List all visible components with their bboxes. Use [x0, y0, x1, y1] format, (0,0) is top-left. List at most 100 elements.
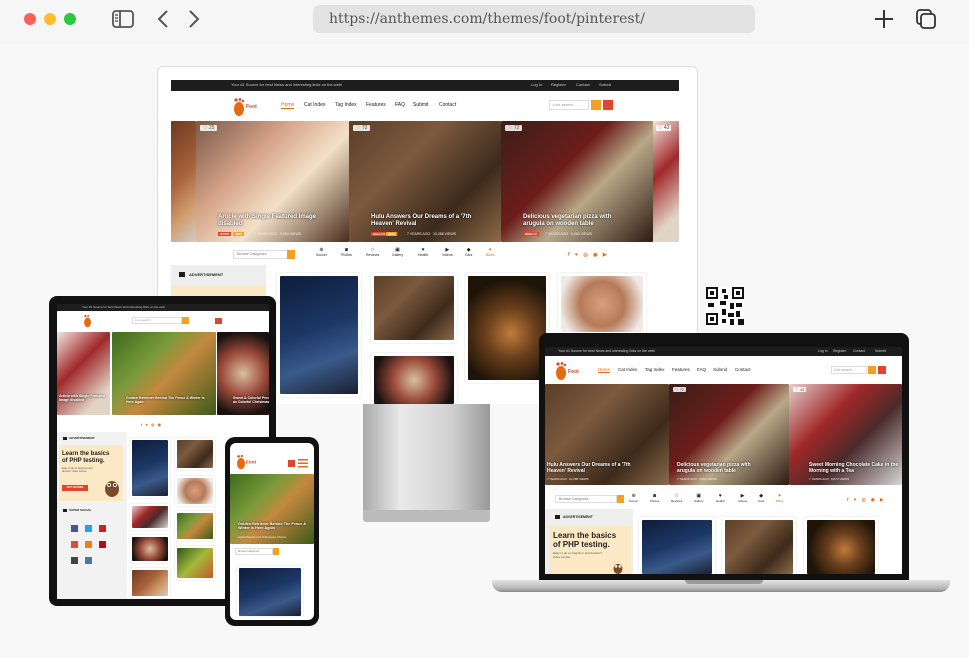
search-input[interactable]: Live search ... [549, 100, 589, 110]
post-card[interactable] [175, 438, 215, 470]
back-icon[interactable] [155, 8, 171, 30]
post-image[interactable] [132, 440, 168, 496]
likes-badge[interactable]: ♡ 72 [353, 125, 371, 131]
register-link[interactable]: Register [551, 82, 566, 87]
nav-home[interactable]: Home [598, 367, 611, 373]
submit-link[interactable]: Submit [875, 349, 886, 353]
slide-title[interactable]: Sweet & Colorful Pens as Colorful Christ… [233, 396, 269, 404]
category-cars[interactable]: ◆ Cars [758, 493, 764, 503]
rss-icon[interactable] [85, 541, 92, 548]
submit-post-button[interactable] [215, 318, 222, 324]
address-bar[interactable]: https://anthemes.com/themes/foot/pintere… [313, 5, 755, 33]
slide-image[interactable] [171, 121, 196, 242]
forward-icon[interactable] [186, 8, 202, 30]
slide-image[interactable]: ♡ 43 Sweet Morning Chocolate Cake in the… [789, 384, 902, 485]
chevron-down-icon[interactable] [617, 495, 624, 503]
likes-badge[interactable]: ♡ 43 [793, 387, 807, 392]
likes-badge[interactable]: ♡ 72 [673, 387, 687, 392]
category-bikes[interactable]: ✦ Bikes [486, 247, 495, 257]
post-image[interactable] [374, 356, 454, 404]
social-icons[interactable]: f ♥ ◎ ◉ ▶ [847, 497, 886, 503]
post-card[interactable] [558, 273, 646, 335]
nav-submit[interactable]: Submit [713, 367, 727, 372]
post-card[interactable] [130, 535, 170, 563]
post-card[interactable] [237, 566, 303, 616]
sidebar-toggle-icon[interactable] [111, 8, 135, 30]
slide-title[interactable]: Sweet Morning Chocolate Cake in the Morn… [809, 462, 899, 475]
likes-badge[interactable]: ♡ 43 [656, 125, 672, 131]
github-icon[interactable] [71, 557, 78, 564]
post-card[interactable] [465, 273, 549, 383]
slide-image[interactable]: ♡ 43 [653, 121, 679, 242]
browse-categories-select[interactable]: Browse Categories [555, 495, 617, 503]
post-image[interactable] [561, 276, 643, 332]
category-videos[interactable]: ▶ Videos [738, 493, 747, 503]
menu-icon[interactable] [298, 459, 308, 468]
login-link[interactable]: Log in [818, 349, 828, 353]
youtube-icon[interactable] [99, 525, 106, 532]
post-card[interactable] [175, 511, 215, 541]
minimize-window-button[interactable] [44, 13, 56, 25]
post-image[interactable] [177, 440, 213, 468]
search-input[interactable]: Live search ... [831, 366, 867, 374]
post-image[interactable] [642, 520, 712, 574]
slide-image[interactable]: Article with Single Featured Image disab… [57, 332, 110, 415]
category-photos[interactable]: ◙ Photos [650, 493, 659, 503]
browse-categories-select[interactable]: Browse Categories [233, 250, 288, 259]
category-reviews[interactable]: ☆ Reviews [366, 247, 379, 257]
qr-code-icon[interactable] [706, 287, 744, 325]
tag-badge[interactable]: NEW [233, 232, 244, 236]
category-soccer[interactable]: ⊕ Soccer [629, 493, 638, 503]
post-image[interactable] [132, 570, 168, 596]
nav-tag-index[interactable]: Tag Index [645, 367, 665, 372]
maximize-window-button[interactable] [64, 13, 76, 25]
nav-tag-index[interactable]: Tag Index [335, 102, 357, 108]
slide-image[interactable]: ♡ 72 Delicious vegetarian pizza with aru… [669, 384, 789, 485]
new-tab-icon[interactable] [873, 8, 895, 30]
get-course-button[interactable]: GET COURSE [62, 485, 88, 491]
close-window-button[interactable] [24, 13, 36, 25]
slide-title[interactable]: Article with Single Featured Image disab… [59, 394, 109, 402]
facebook-icon[interactable] [71, 525, 78, 532]
tag-badge[interactable]: HEALTH [523, 232, 539, 236]
foot-logo-icon[interactable]: Foot [553, 361, 579, 381]
category-videos[interactable]: ▶ Videos [442, 247, 453, 257]
ad-banner[interactable]: Learn the basics of PHP testing. Easy to… [549, 526, 631, 574]
post-card[interactable] [804, 517, 878, 574]
category-gallery[interactable]: ▣ Gallery [694, 493, 704, 503]
slide-title[interactable]: Delicious vegetarian pizza with arugula … [677, 462, 767, 475]
social-icons[interactable]: f ♥ ◎ ◉ [141, 422, 162, 427]
post-card[interactable] [130, 568, 170, 598]
slide-image[interactable]: Golden Retriever Behind The Fence & Wint… [112, 332, 216, 415]
search-button[interactable] [868, 366, 876, 374]
browse-categories-select[interactable]: Browse Categories [235, 548, 273, 555]
post-card[interactable] [639, 517, 715, 574]
chevron-down-icon[interactable] [287, 250, 295, 259]
submit-post-button[interactable] [288, 460, 295, 467]
nav-home[interactable]: Home [281, 102, 295, 109]
post-card[interactable] [722, 517, 796, 574]
post-image[interactable] [468, 276, 546, 380]
nav-faq[interactable]: FAQ [697, 367, 706, 372]
google-plus-icon[interactable] [71, 541, 78, 548]
slide-title[interactable]: Golden Retriever Behind The Fence & Wint… [126, 396, 206, 404]
category-soccer[interactable]: ⊕ Soccer [316, 247, 327, 257]
site-logo[interactable]: Foot [231, 97, 257, 117]
post-card[interactable] [175, 476, 215, 506]
submit-post-button[interactable] [878, 366, 886, 374]
search-button[interactable] [591, 100, 601, 110]
post-image[interactable] [807, 520, 875, 574]
category-health[interactable]: ♥ Health [716, 493, 725, 503]
post-card[interactable] [371, 353, 457, 404]
post-image[interactable] [177, 513, 213, 539]
post-card[interactable] [371, 273, 457, 343]
post-image[interactable] [725, 520, 793, 574]
post-card[interactable] [130, 504, 170, 530]
post-image[interactable] [239, 568, 301, 616]
tag-badge[interactable]: NEW [386, 232, 397, 236]
post-image[interactable] [177, 548, 213, 578]
contact-link[interactable]: Contact [853, 349, 865, 353]
slide-image[interactable]: ♡ 72 Delicious vegetarian pizza with aru… [501, 121, 653, 242]
slide-title[interactable]: Article with Single Featured Image disab… [218, 214, 328, 228]
foot-logo-icon[interactable] [82, 314, 100, 328]
